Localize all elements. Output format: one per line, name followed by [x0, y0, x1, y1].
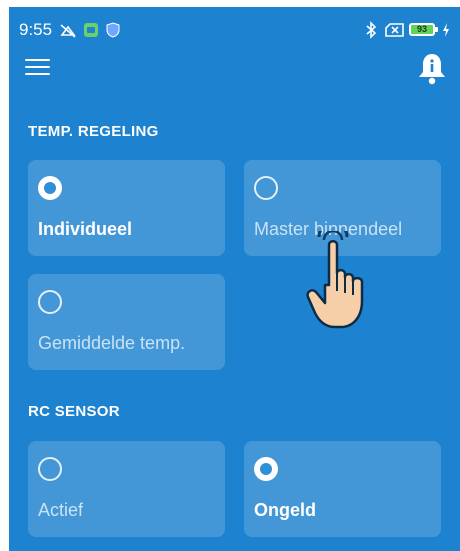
status-bar: 9:55 93 [9, 7, 460, 55]
status-time: 9:55 [19, 20, 53, 39]
section-title-temp-regeling: TEMP. REGELING [28, 123, 159, 140]
radio-checked-icon[interactable] [38, 176, 62, 200]
option-gemiddelde-temp[interactable]: Gemiddelde temp. [28, 274, 225, 370]
app-notification-icon [84, 23, 98, 37]
menu-icon [25, 59, 50, 61]
menu-icon-line [25, 73, 50, 75]
battery-indicator: 93 [409, 23, 435, 36]
option-label: Gemiddelde temp. [38, 333, 186, 353]
section-title-rc-sensor: RC SENSOR [28, 403, 120, 420]
radio-unchecked-icon[interactable] [254, 176, 278, 200]
option-label: Master binnendeel [254, 219, 403, 239]
radio-checked-icon[interactable] [254, 457, 278, 481]
option-ongeld[interactable]: Ongeld [244, 441, 441, 537]
notifications-muted-icon [60, 24, 76, 38]
radio-unchecked-icon[interactable] [38, 290, 62, 314]
option-master-binnendeel[interactable]: Master binnendeel [244, 160, 441, 256]
bell-info-icon[interactable] [417, 51, 447, 85]
radio-unchecked-icon[interactable] [38, 457, 62, 481]
option-label: Ongeld [254, 500, 316, 520]
charging-icon [443, 23, 449, 37]
option-label: Actief [38, 500, 84, 520]
battery-level: 93 [416, 24, 427, 34]
battery-tip [435, 27, 438, 32]
app-screen: 9:55 93 TEMP. REGELING Individueel Maste… [9, 7, 460, 551]
option-label: Individueel [38, 219, 133, 239]
option-individueel[interactable]: Individueel [28, 160, 225, 256]
bluetooth-icon [366, 21, 377, 39]
menu-icon-line [25, 66, 50, 68]
no-sim-icon [385, 23, 404, 37]
shield-icon [106, 22, 120, 38]
option-actief[interactable]: Actief [28, 441, 225, 537]
menu-button[interactable] [25, 59, 50, 77]
